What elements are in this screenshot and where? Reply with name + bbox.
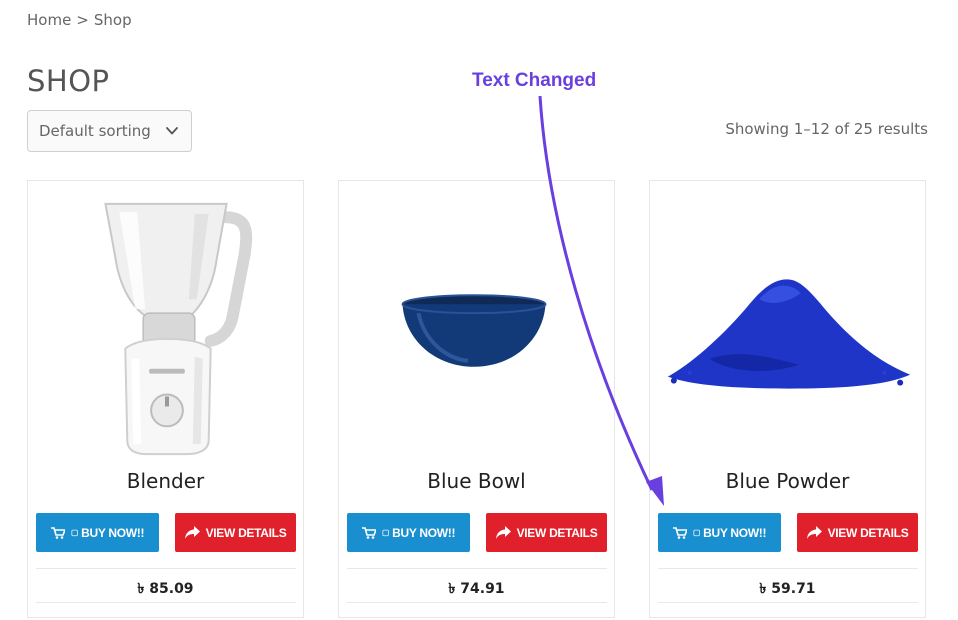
view-details-label: VIEW DETAILS	[205, 525, 287, 540]
share-arrow-icon	[184, 526, 200, 539]
view-details-label: VIEW DETAILS	[827, 525, 909, 540]
divider	[347, 602, 607, 603]
view-details-button[interactable]: VIEW DETAILS	[797, 513, 918, 552]
product-card: Blue Powder ▢ BUY NOW!! VIEW DETAILS ৳ 5…	[649, 180, 926, 618]
product-card: Blender ▢ BUY NOW!! VIEW DETAILS ৳ 85.09	[27, 180, 304, 618]
breadcrumb-current: Shop	[93, 11, 132, 29]
divider	[658, 602, 918, 603]
buy-now-button[interactable]: ▢ BUY NOW!!	[658, 513, 781, 552]
view-details-button[interactable]: VIEW DETAILS	[486, 513, 607, 552]
mini-cart-icon: ▢	[692, 528, 701, 537]
buy-now-label: BUY NOW!!	[392, 525, 456, 540]
share-arrow-icon	[495, 526, 511, 539]
cart-icon	[672, 526, 687, 539]
mini-cart-icon: ▢	[381, 528, 390, 537]
breadcrumb: Home > Shop	[27, 11, 132, 29]
product-price: ৳ 74.91	[448, 581, 505, 597]
chevron-down-icon	[166, 127, 178, 135]
product-name[interactable]: Blue Powder	[650, 469, 925, 493]
product-card: Blue Bowl ▢ BUY NOW!! VIEW DETAILS ৳ 74.…	[338, 180, 615, 618]
cart-icon	[361, 526, 376, 539]
powder-image[interactable]	[650, 189, 925, 471]
sort-select-value: Default sorting	[39, 122, 151, 140]
buy-now-label: BUY NOW!!	[81, 525, 145, 540]
divider	[347, 568, 607, 569]
product-name[interactable]: Blue Bowl	[339, 469, 614, 493]
product-name[interactable]: Blender	[28, 469, 303, 493]
divider	[658, 568, 918, 569]
buy-now-button[interactable]: ▢ BUY NOW!!	[347, 513, 470, 552]
product-price: ৳ 85.09	[137, 581, 194, 597]
page-title: SHOP	[27, 64, 110, 98]
view-details-label: VIEW DETAILS	[516, 525, 598, 540]
mini-cart-icon: ▢	[70, 528, 79, 537]
buy-now-label: BUY NOW!!	[703, 525, 767, 540]
cart-icon	[50, 526, 65, 539]
share-arrow-icon	[806, 526, 822, 539]
breadcrumb-home-link[interactable]: Home	[27, 11, 71, 29]
blender-image[interactable]	[28, 189, 303, 471]
product-price: ৳ 59.71	[759, 581, 816, 597]
bowl-image[interactable]	[339, 189, 614, 471]
result-count: Showing 1–12 of 25 results	[725, 120, 928, 138]
divider	[36, 602, 296, 603]
breadcrumb-separator: >	[76, 11, 89, 29]
divider	[36, 568, 296, 569]
sort-select[interactable]: Default sorting	[27, 110, 192, 152]
buy-now-button[interactable]: ▢ BUY NOW!!	[36, 513, 159, 552]
view-details-button[interactable]: VIEW DETAILS	[175, 513, 296, 552]
annotation-label: Text Changed	[472, 70, 597, 91]
